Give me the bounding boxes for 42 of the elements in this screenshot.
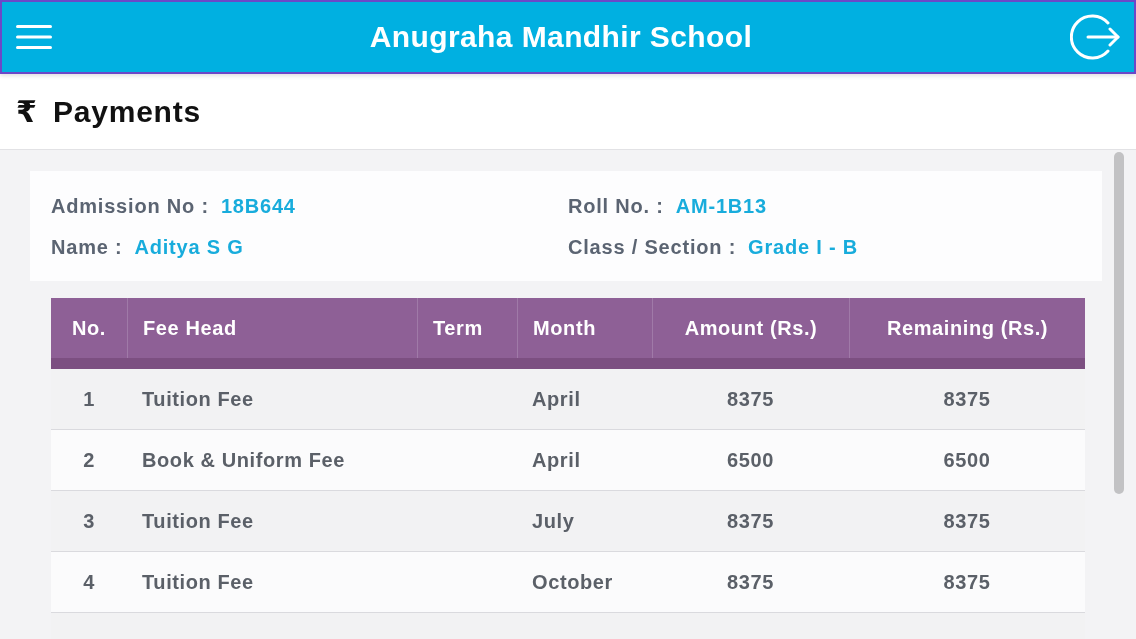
table-cell: Tuition Fee — [142, 509, 254, 533]
column-header: Amount (Rs.) — [652, 298, 849, 358]
table-cell: 8375 — [727, 509, 774, 533]
scrollbar-thumb[interactable] — [1114, 152, 1124, 494]
info-label: Name : — [51, 236, 123, 259]
school-title: Anugraha Mandhir School — [369, 20, 753, 54]
info-value: AM-1B13 — [675, 195, 767, 218]
table-cell: 8375 — [943, 570, 991, 594]
logout-icon — [1070, 14, 1120, 60]
currency-symbol: ₹ — [16, 94, 37, 129]
table-cell: 3 — [83, 509, 95, 533]
info-value: Grade I - B — [748, 236, 859, 259]
table-cell: Book & Uniform Fee — [142, 448, 346, 472]
info-value: 18B644 — [220, 195, 296, 218]
table-cell: April — [532, 387, 581, 411]
menu-icon — [16, 25, 52, 49]
table-cell: July — [532, 509, 575, 533]
table-cell: 6500 — [943, 448, 991, 472]
table-cell: 4 — [83, 570, 95, 594]
table-cell: 8375 — [943, 509, 991, 533]
column-header: Remaining (Rs.) — [849, 298, 1085, 358]
table-cell: Tuition Fee — [142, 570, 254, 594]
info-label: Class / Section : — [568, 236, 737, 259]
table-cell: 1 — [83, 387, 95, 411]
table-cell: 8375 — [727, 570, 774, 594]
column-header: Fee Head — [127, 298, 417, 358]
table-cell: October — [532, 570, 613, 594]
table-cell: 8375 — [943, 387, 991, 411]
column-header: Term — [417, 298, 517, 358]
column-header: Month — [517, 298, 652, 358]
table-cell: April — [532, 448, 581, 472]
table-cell: Tuition Fee — [142, 387, 254, 411]
page-title: Payments — [52, 94, 201, 129]
info-value: Aditya S G — [134, 236, 244, 259]
column-header: No. — [71, 315, 107, 341]
table-cell: 2 — [83, 448, 95, 472]
table-cell: 8375 — [727, 387, 774, 411]
info-label: Roll No. : — [568, 195, 664, 218]
menu-button[interactable] — [16, 25, 52, 49]
table-cell: 6500 — [727, 448, 774, 472]
info-label: Admission No : — [51, 195, 209, 218]
logout-button[interactable] — [1070, 14, 1120, 60]
